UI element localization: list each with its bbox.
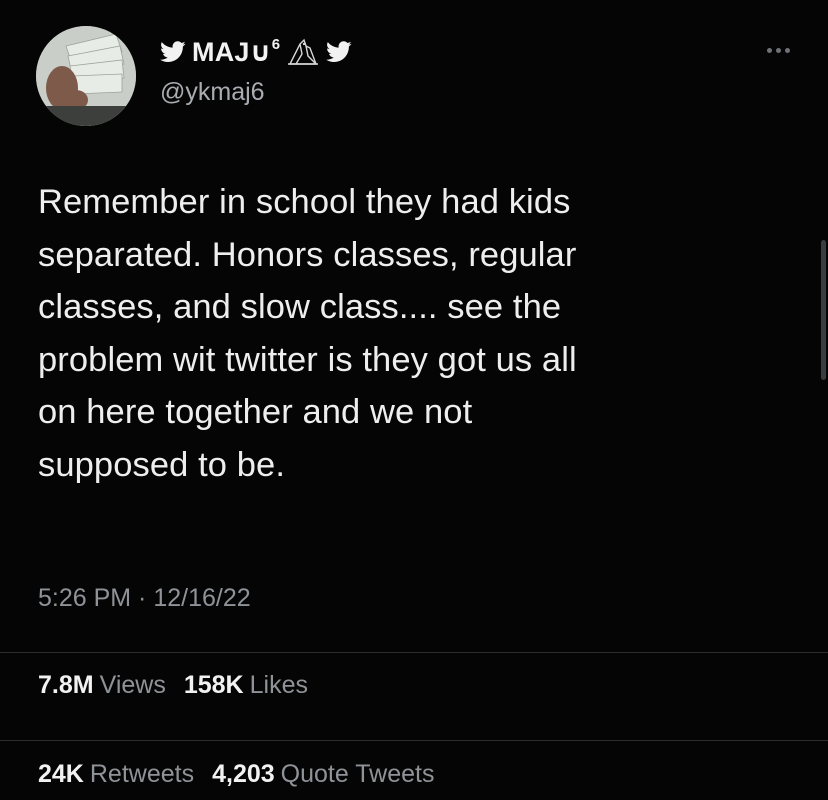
likes-label: Likes	[249, 671, 308, 699]
divider	[0, 652, 828, 653]
user-handle[interactable]: @ykmaj6	[160, 78, 265, 107]
stats-row-secondary: 24K Retweets 4,203 Quote Tweets	[38, 760, 434, 789]
name-row: MAJ∪6	[160, 34, 352, 70]
twitter-bird-icon	[160, 41, 186, 62]
scrollbar[interactable]	[821, 240, 826, 380]
tweet-text: Remember in school they had kids separat…	[38, 183, 577, 484]
views-label: Views	[99, 671, 166, 699]
retweets-label: Retweets	[89, 760, 195, 788]
more-dot	[784, 47, 790, 53]
avatar-image	[36, 26, 136, 126]
twitter-bird-icon	[326, 41, 352, 62]
quote-tweets-label: Quote Tweets	[280, 760, 435, 788]
tweet-card: MAJ∪6 @ykmaj6 Remember in school they ha…	[0, 0, 828, 800]
likes-stat[interactable]: 158K Likes	[184, 671, 308, 700]
views-count: 7.8M	[38, 671, 94, 699]
views-stat[interactable]: 7.8M Views	[38, 671, 166, 700]
owl-icon	[288, 38, 319, 65]
retweets-stat[interactable]: 24K Retweets	[38, 760, 194, 789]
more-dot	[775, 47, 781, 53]
more-options-icon[interactable]	[756, 38, 800, 62]
retweets-count: 24K	[38, 760, 84, 788]
divider	[0, 740, 828, 741]
more-dot	[766, 47, 772, 53]
likes-count: 158K	[183, 671, 244, 699]
quote-tweets-stat[interactable]: 4,203 Quote Tweets	[212, 760, 434, 789]
stats-row-primary: 7.8M Views 158K Likes	[38, 671, 308, 700]
tweet-timestamp[interactable]: 5:26 PM · 12/16/22	[38, 584, 251, 613]
quote-tweets-count: 4,203	[212, 760, 275, 788]
display-name[interactable]: MAJ∪6	[192, 36, 280, 68]
avatar[interactable]	[36, 26, 136, 126]
